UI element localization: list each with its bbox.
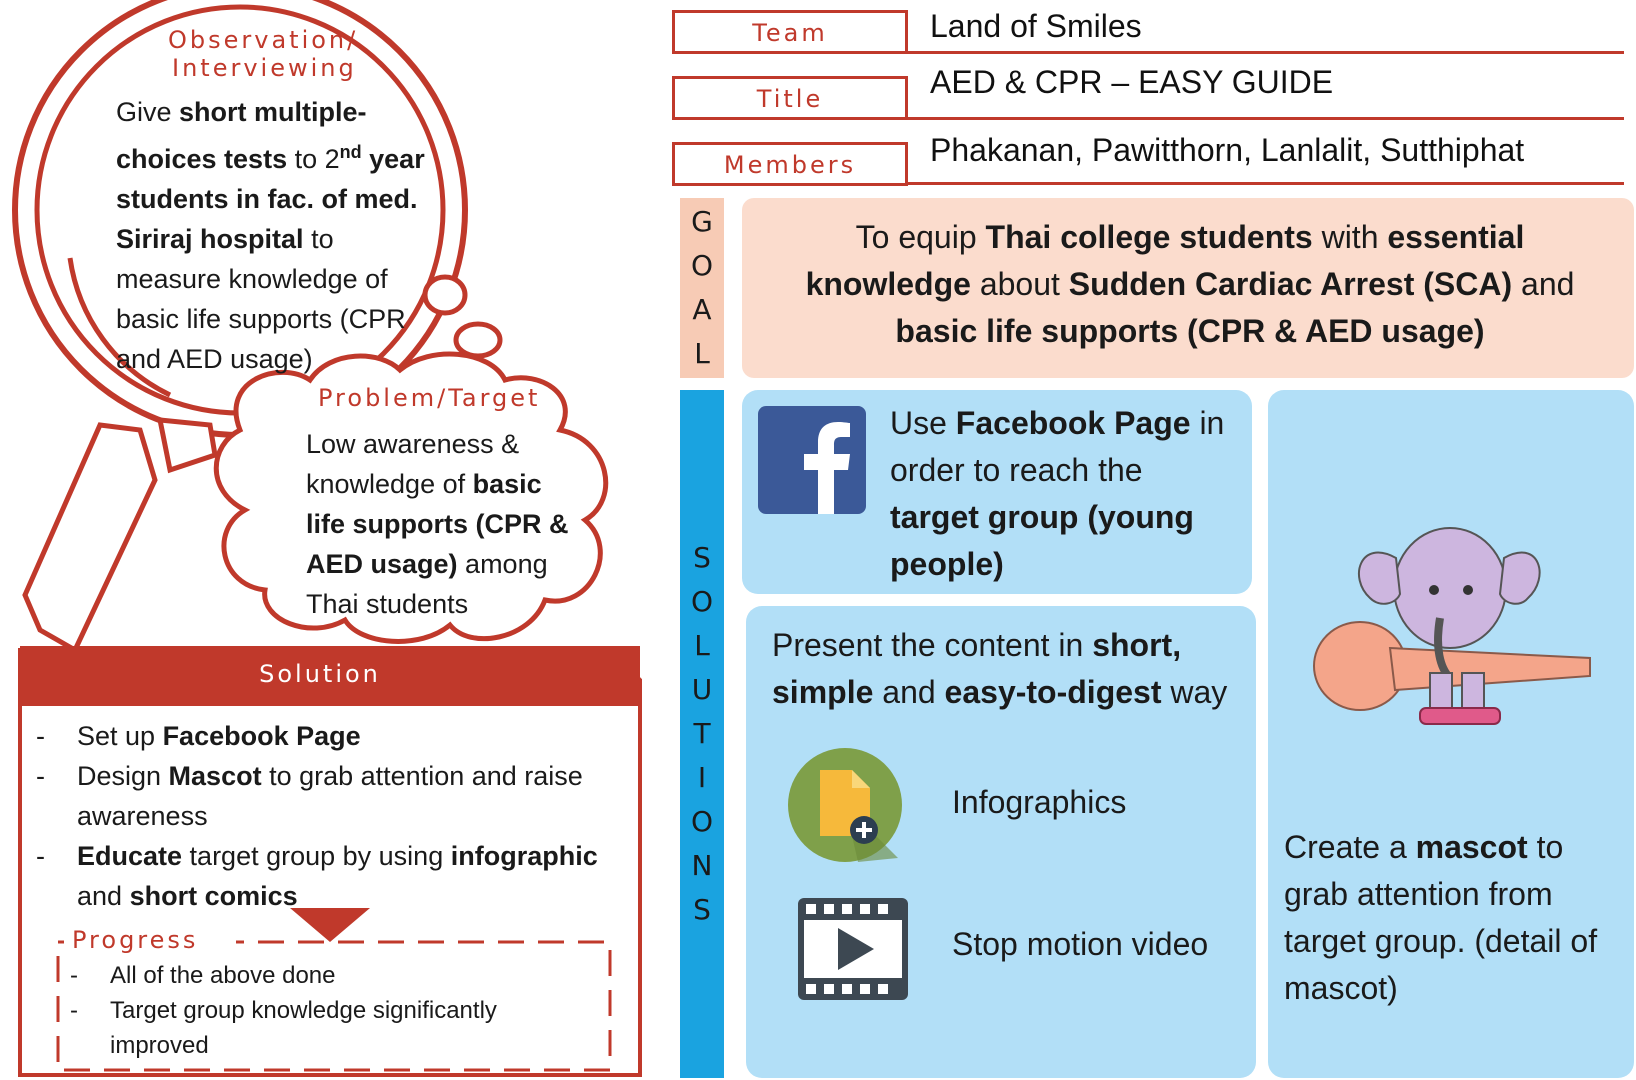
observation-body: Give short multiple-choices tests to 2nd… <box>116 97 425 374</box>
members-value: Phakanan, Pawitthorn, Lanlalit, Sutthiph… <box>930 132 1525 168</box>
video-label: Stop motion video <box>952 926 1209 962</box>
team-label: Team <box>672 10 908 54</box>
video-play-icon <box>798 898 908 1000</box>
solutions-label: S O L U T I O N S <box>690 541 714 926</box>
progress-list: All of the above done Target group knowl… <box>66 958 586 1063</box>
elephant-mascot-icon <box>1313 527 1591 725</box>
mascot-text: Create a mascot to grab attention from t… <box>1284 829 1598 1006</box>
team-value: Land of Smiles <box>930 8 1142 44</box>
solution-list: Set up Facebook Page Design Mascot to gr… <box>32 716 612 916</box>
members-label: Members <box>672 142 908 186</box>
title-underline <box>908 117 1624 120</box>
goal-text: To equip Thai college students with esse… <box>805 219 1575 349</box>
facebook-text: Use Facebook Page in order to reach the … <box>890 405 1225 582</box>
team-underline <box>908 51 1624 54</box>
title-value: AED & CPR – EASY GUIDE <box>930 64 1334 100</box>
solution-item: Set up Facebook Page <box>32 716 612 756</box>
presentation-text: Present the content in short, simple and… <box>772 627 1228 710</box>
infographic-file-icon <box>788 748 902 862</box>
solution-item: Educate target group by using infographi… <box>32 836 612 916</box>
progress-title: Progress <box>72 926 199 954</box>
observation-title-line1: Observation/ <box>168 26 359 54</box>
observation-title-line2: Interviewing <box>172 54 357 82</box>
solution-title: Solution <box>259 660 381 688</box>
progress-item: Target group knowledge significantly imp… <box>66 993 586 1063</box>
progress-item: All of the above done <box>66 958 586 993</box>
facebook-icon <box>758 406 866 514</box>
goal-label: G O A L <box>690 205 714 370</box>
problem-body: Low awareness & knowledge of basic life … <box>306 429 569 619</box>
members-underline <box>908 182 1624 185</box>
infographics-label: Infographics <box>952 784 1127 820</box>
problem-title: Problem/Target <box>318 384 541 412</box>
solution-item: Design Mascot to grab attention and rais… <box>32 756 612 836</box>
title-label: Title <box>672 76 908 120</box>
observation-title: Observation/ Interviewing <box>168 26 358 82</box>
